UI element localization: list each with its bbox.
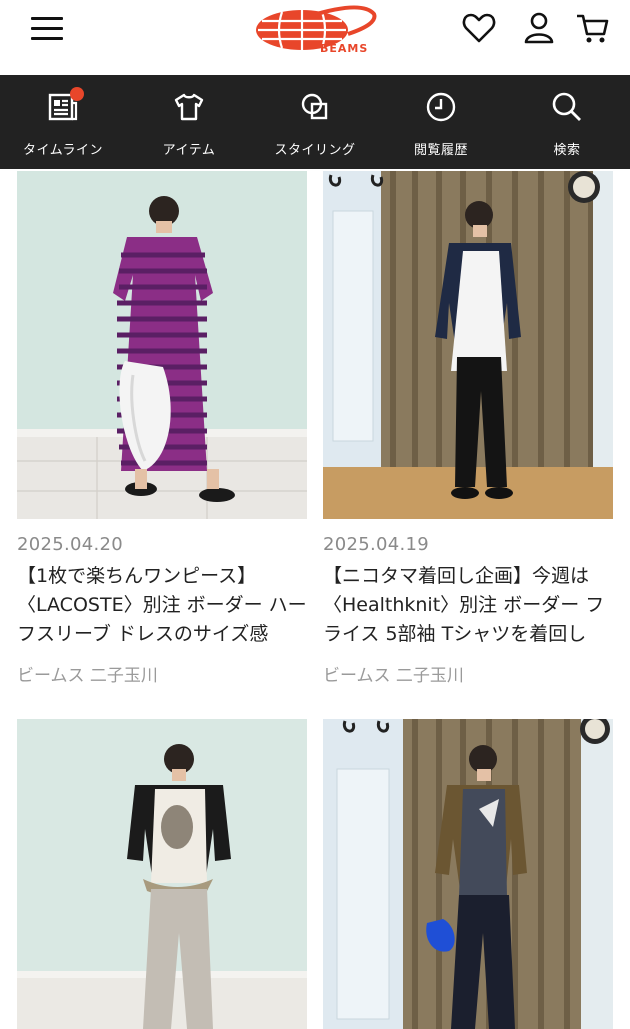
notification-badge [70,87,84,101]
nav-label: 閲覧履歴 [413,143,468,158]
styling-icon [301,93,328,120]
nav-search[interactable]: 検索 [504,75,630,169]
post-shop[interactable]: ビームス 二子玉川 [17,661,158,686]
nav-timeline[interactable]: タイムライン [0,75,126,169]
post-date: 2025.04.19 [323,534,430,555]
hamburger-menu-icon[interactable] [31,17,63,41]
user-icon[interactable] [521,10,557,46]
nav-label: アイテム [162,143,216,158]
nav-styling[interactable]: スタイリング [252,75,378,169]
app-header: BEAMS [0,0,630,75]
post-date: 2025.04.20 [17,534,124,555]
tshirt-icon [174,93,204,121]
clock-history-icon [426,92,456,122]
post-photo[interactable] [17,171,307,519]
post-title[interactable]: 【ニコタマ着回し企画】今週は〈Healthknit〉別注 ボーダー フライス 5… [323,562,613,649]
search-icon [552,92,581,121]
post-photo[interactable] [323,719,613,1029]
cart-icon[interactable] [575,10,611,46]
post-photo[interactable] [17,719,307,1029]
post-photo[interactable] [323,171,613,519]
nav-label: スタイリング [274,143,356,158]
nav-items[interactable]: アイテム [126,75,252,169]
heart-icon[interactable] [461,10,497,46]
post-shop[interactable]: ビームス 二子玉川 [323,661,464,686]
nav-label: タイムライン [22,143,104,158]
category-nav-bar: タイムライン アイテム スタイリング 閲覧履歴 検索 [0,75,630,169]
post-title[interactable]: 【1枚で楽ちんワンピース】〈LACOSTE〉別注 ボーダー ハーフスリーブ ドレ… [17,562,307,649]
logo-text: BEAMS [320,42,369,55]
nav-history[interactable]: 閲覧履歴 [378,75,504,169]
nav-label: 検索 [553,143,581,158]
